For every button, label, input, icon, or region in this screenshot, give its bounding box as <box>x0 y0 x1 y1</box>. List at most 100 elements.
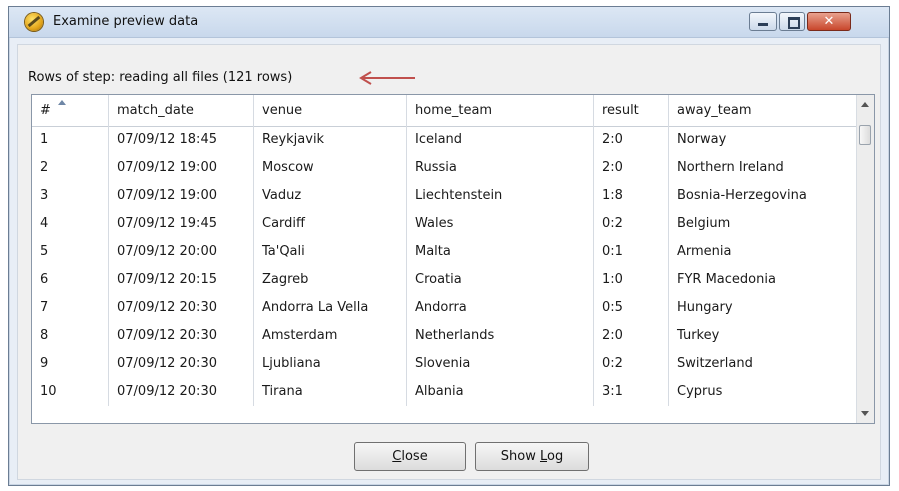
cell-home-team: Netherlands <box>407 322 594 350</box>
cell-row-number: 2 <box>32 154 109 182</box>
cell-home-team: Iceland <box>407 126 594 154</box>
table-row[interactable]: 8 07/09/12 20:30 Amsterdam Netherlands 2:0 Tu… <box>32 322 858 350</box>
cell-home-team: Slovenia <box>407 350 594 378</box>
kettle-icon <box>25 13 43 31</box>
show-log-button-label-start: Show <box>500 449 540 464</box>
cell-row-number: 1 <box>32 126 109 154</box>
maximize-button[interactable] <box>779 12 805 31</box>
show-log-button[interactable]: Show Log <box>475 442 589 471</box>
cell-row-number: 5 <box>32 238 109 266</box>
annotation-arrow-icon <box>359 71 415 85</box>
cell-venue: Amsterdam <box>254 322 407 350</box>
show-log-button-mnemonic: L <box>539 449 547 464</box>
cell-home-team: Andorra <box>407 294 594 322</box>
cell-home-team: Malta <box>407 238 594 266</box>
cell-result: 0:5 <box>594 294 669 322</box>
cell-result: 1:8 <box>594 182 669 210</box>
cell-venue: Vaduz <box>254 182 407 210</box>
cell-home-team: Liechtenstein <box>407 182 594 210</box>
cell-match-date: 07/09/12 19:45 <box>109 210 254 238</box>
window-title: Examine preview data <box>53 14 199 29</box>
cell-row-number: 7 <box>32 294 109 322</box>
close-button[interactable]: Close <box>354 442 466 471</box>
cell-away-team: Armenia <box>677 244 732 259</box>
close-button-label: lose <box>401 449 428 464</box>
cell-match-date: 07/09/12 20:30 <box>109 294 254 322</box>
table-row[interactable]: 4 07/09/12 19:45 Cardiff Wales 0:2 Belgium <box>32 210 858 238</box>
preview-dialog: Examine preview data ✕ Rows of step: rea… <box>8 6 890 486</box>
cell-away-team: Bosnia-Herzegovina <box>677 188 807 203</box>
preview-table[interactable]: # match_date venue home_team result away_team… <box>31 94 875 424</box>
minimize-icon <box>758 23 768 26</box>
cell-venue: Reykjavik <box>254 126 407 154</box>
column-header-venue[interactable]: venue <box>254 95 407 126</box>
cell-away-team: Northern Ireland <box>677 160 784 175</box>
table-grid: # match_date venue home_team result away_team… <box>32 95 858 423</box>
table-header: # match_date venue home_team result away_team <box>32 95 858 127</box>
table-row[interactable]: 1 07/09/12 18:45 Reykjavik Iceland 2:0 Norway <box>32 126 858 154</box>
close-icon: ✕ <box>823 14 835 29</box>
cell-row-number: 6 <box>32 266 109 294</box>
cell-away-team: Turkey <box>677 328 720 343</box>
table-row[interactable]: 5 07/09/12 20:00 Ta'Qali Malta 0:1 Armenia <box>32 238 858 266</box>
title-bar[interactable]: Examine preview data ✕ <box>9 7 889 38</box>
scroll-up-icon[interactable] <box>861 102 869 107</box>
cell-row-number: 4 <box>32 210 109 238</box>
cell-result: 0:1 <box>594 238 669 266</box>
cell-venue: Andorra La Vella <box>254 294 407 322</box>
cell-away-team: Norway <box>677 132 727 147</box>
cell-match-date: 07/09/12 20:30 <box>109 322 254 350</box>
column-header-row-number[interactable]: # <box>32 95 109 126</box>
vertical-scrollbar[interactable] <box>856 95 874 423</box>
cell-row-number: 9 <box>32 350 109 378</box>
rows-label: Rows of step: reading all files (121 row… <box>28 70 293 85</box>
sort-ascending-icon <box>58 100 66 105</box>
cell-match-date: 07/09/12 20:15 <box>109 266 254 294</box>
cell-away-team: Belgium <box>677 216 731 231</box>
table-row[interactable]: 7 07/09/12 20:30 Andorra La Vella Andorra 0:… <box>32 294 858 322</box>
cell-venue: Cardiff <box>254 210 407 238</box>
column-header-match-date[interactable]: match_date <box>109 95 254 126</box>
table-row[interactable]: 9 07/09/12 20:30 Ljubliana Slovenia 0:2 Switz… <box>32 350 858 378</box>
table-row[interactable]: 10 07/09/12 20:30 Tirana Albania 3:1 Cyprus <box>32 378 858 406</box>
cell-match-date: 07/09/12 19:00 <box>109 182 254 210</box>
cell-home-team: Wales <box>407 210 594 238</box>
cell-result: 2:0 <box>594 154 669 182</box>
table-row[interactable]: 6 07/09/12 20:15 Zagreb Croatia 1:0 FYR Maced… <box>32 266 858 294</box>
scroll-thumb[interactable] <box>859 125 871 145</box>
cell-row-number: 8 <box>32 322 109 350</box>
cell-home-team: Albania <box>407 378 594 406</box>
cell-venue: Ta'Qali <box>254 238 407 266</box>
cell-match-date: 07/09/12 20:00 <box>109 238 254 266</box>
cell-result: 0:2 <box>594 350 669 378</box>
maximize-icon <box>788 17 800 29</box>
scroll-down-icon[interactable] <box>861 411 869 416</box>
close-window-button[interactable]: ✕ <box>807 12 851 31</box>
cell-away-team: Cyprus <box>677 384 723 399</box>
cell-venue: Tirana <box>254 378 407 406</box>
show-log-button-label-end: og <box>547 449 564 464</box>
cell-match-date: 07/09/12 20:30 <box>109 350 254 378</box>
cell-result: 3:1 <box>594 378 669 406</box>
cell-venue: Zagreb <box>254 266 407 294</box>
cell-match-date: 07/09/12 19:00 <box>109 154 254 182</box>
column-header-home-team[interactable]: home_team <box>407 95 594 126</box>
table-row[interactable]: 2 07/09/12 19:00 Moscow Russia 2:0 Northern I… <box>32 154 858 182</box>
cell-away-team: Hungary <box>677 300 733 315</box>
cell-home-team: Russia <box>407 154 594 182</box>
cell-result: 0:2 <box>594 210 669 238</box>
close-button-mnemonic: C <box>392 449 402 464</box>
cell-match-date: 07/09/12 18:45 <box>109 126 254 154</box>
cell-venue: Moscow <box>254 154 407 182</box>
table-row[interactable]: 3 07/09/12 19:00 Vaduz Liechtenstein 1:8 Bosn… <box>32 182 858 210</box>
cell-away-team: Switzerland <box>677 356 753 371</box>
column-header-away-team[interactable]: away_team <box>669 95 858 126</box>
cell-away-team: FYR Macedonia <box>677 272 776 287</box>
minimize-button[interactable] <box>749 12 777 31</box>
cell-row-number: 10 <box>32 378 109 406</box>
cell-home-team: Croatia <box>407 266 594 294</box>
column-header-result[interactable]: result <box>594 95 669 126</box>
cell-row-number: 3 <box>32 182 109 210</box>
cell-result: 2:0 <box>594 322 669 350</box>
cell-match-date: 07/09/12 20:30 <box>109 378 254 406</box>
